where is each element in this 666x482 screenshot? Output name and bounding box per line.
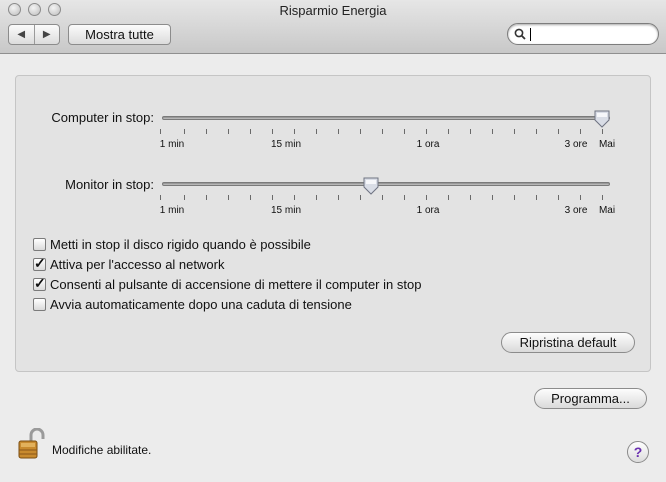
open-lock-icon[interactable] <box>17 428 45 460</box>
monitor-sleep-slider-track[interactable] <box>162 182 610 186</box>
tick <box>426 195 427 200</box>
checkbox-checked[interactable]: ✓ <box>33 274 46 291</box>
tick <box>338 195 339 200</box>
option-label: Avvia automaticamente dopo una caduta di… <box>50 296 352 312</box>
tick <box>206 129 207 134</box>
monitor-sleep-slider-knob[interactable] <box>363 177 379 195</box>
tick <box>360 195 361 200</box>
tick <box>272 129 273 134</box>
magnifier-icon <box>514 28 526 40</box>
tick <box>492 129 493 134</box>
monitor-tick-label: 1 min <box>159 205 185 216</box>
tick <box>382 129 383 134</box>
right-triangle-icon: ▶ <box>42 29 51 40</box>
checkmark-icon: ✓ <box>34 274 46 291</box>
tick <box>558 129 559 134</box>
tick <box>470 195 471 200</box>
computer-tick-label: 15 min <box>270 139 302 150</box>
tick <box>206 195 207 200</box>
tick <box>536 195 537 200</box>
tick <box>382 195 383 200</box>
option-network-access[interactable]: ✓ Attiva per l'accesso al network <box>33 255 224 273</box>
checkmark-icon: ✓ <box>34 254 46 271</box>
monitor-tick-label: 1 ora <box>416 205 440 216</box>
tick <box>184 195 185 200</box>
tick <box>294 195 295 200</box>
tick <box>448 129 449 134</box>
energy-settings-panel: Computer in stop: 1 min 15 min 1 ora 3 o… <box>15 75 651 372</box>
tick <box>426 129 427 134</box>
tick <box>160 129 161 134</box>
option-restart-after-power-failure[interactable]: Avvia automaticamente dopo una caduta di… <box>33 295 352 313</box>
tick <box>250 195 251 200</box>
title-bar: Risparmio Energia ◀ ▶ Mostra tutte <box>0 0 666 54</box>
tick <box>602 195 603 200</box>
tick <box>448 195 449 200</box>
tick <box>360 129 361 134</box>
search-field[interactable] <box>507 23 659 45</box>
tick <box>338 129 339 134</box>
tick <box>316 129 317 134</box>
computer-sleep-slider-track[interactable] <box>162 116 610 120</box>
tick <box>580 129 581 134</box>
tick <box>316 195 317 200</box>
monitor-tick-label: Mai <box>598 205 616 216</box>
tick <box>184 129 185 134</box>
computer-tick-label: Mai <box>598 139 616 150</box>
show-all-button[interactable]: Mostra tutte <box>68 24 171 45</box>
tick <box>294 129 295 134</box>
help-icon: ? <box>633 444 643 460</box>
tick <box>228 129 229 134</box>
monitor-sleep-label: Monitor in stop: <box>65 177 154 192</box>
option-power-button-sleep[interactable]: ✓ Consenti al pulsante di accensione di … <box>33 275 421 293</box>
window-title: Risparmio Energia <box>279 3 387 18</box>
computer-tick-label: 3 ore <box>564 139 588 150</box>
tick <box>160 195 161 200</box>
monitor-tick-label: 3 ore <box>564 205 588 216</box>
forward-button[interactable]: ▶ <box>35 25 60 44</box>
tick <box>536 129 537 134</box>
option-disk-sleep[interactable]: Metti in stop il disco rigido quando è p… <box>33 235 311 253</box>
tick <box>580 195 581 200</box>
tick <box>250 129 251 134</box>
search-input[interactable] <box>530 28 531 41</box>
tick <box>228 195 229 200</box>
tick <box>602 129 603 134</box>
schedule-button[interactable]: Programma... <box>534 388 647 409</box>
computer-tick-label: 1 ora <box>416 139 440 150</box>
computer-sleep-slider-knob[interactable] <box>594 110 610 128</box>
back-button[interactable]: ◀ <box>9 25 35 44</box>
tick <box>514 129 515 134</box>
computer-sleep-label: Computer in stop: <box>51 110 154 125</box>
option-label: Attiva per l'accesso al network <box>50 256 225 272</box>
tick <box>514 195 515 200</box>
computer-tick-label: 1 min <box>159 139 185 150</box>
help-button[interactable]: ? <box>627 441 649 463</box>
checkbox-unchecked[interactable] <box>33 237 46 251</box>
navigation-buttons: ◀ ▶ <box>8 24 60 45</box>
checkbox-unchecked[interactable] <box>33 297 46 311</box>
tick <box>470 129 471 134</box>
option-label: Consenti al pulsante di accensione di me… <box>50 276 422 292</box>
tick <box>492 195 493 200</box>
tick <box>272 195 273 200</box>
checkbox-checked[interactable]: ✓ <box>33 254 46 271</box>
monitor-tick-label: 15 min <box>270 205 302 216</box>
restore-default-button[interactable]: Ripristina default <box>501 332 635 353</box>
tick <box>404 195 405 200</box>
left-triangle-icon: ◀ <box>17 29 26 40</box>
lock-status-label: Modifiche abilitate. <box>52 443 152 457</box>
tick <box>404 129 405 134</box>
tick <box>558 195 559 200</box>
option-label: Metti in stop il disco rigido quando è p… <box>50 236 311 252</box>
